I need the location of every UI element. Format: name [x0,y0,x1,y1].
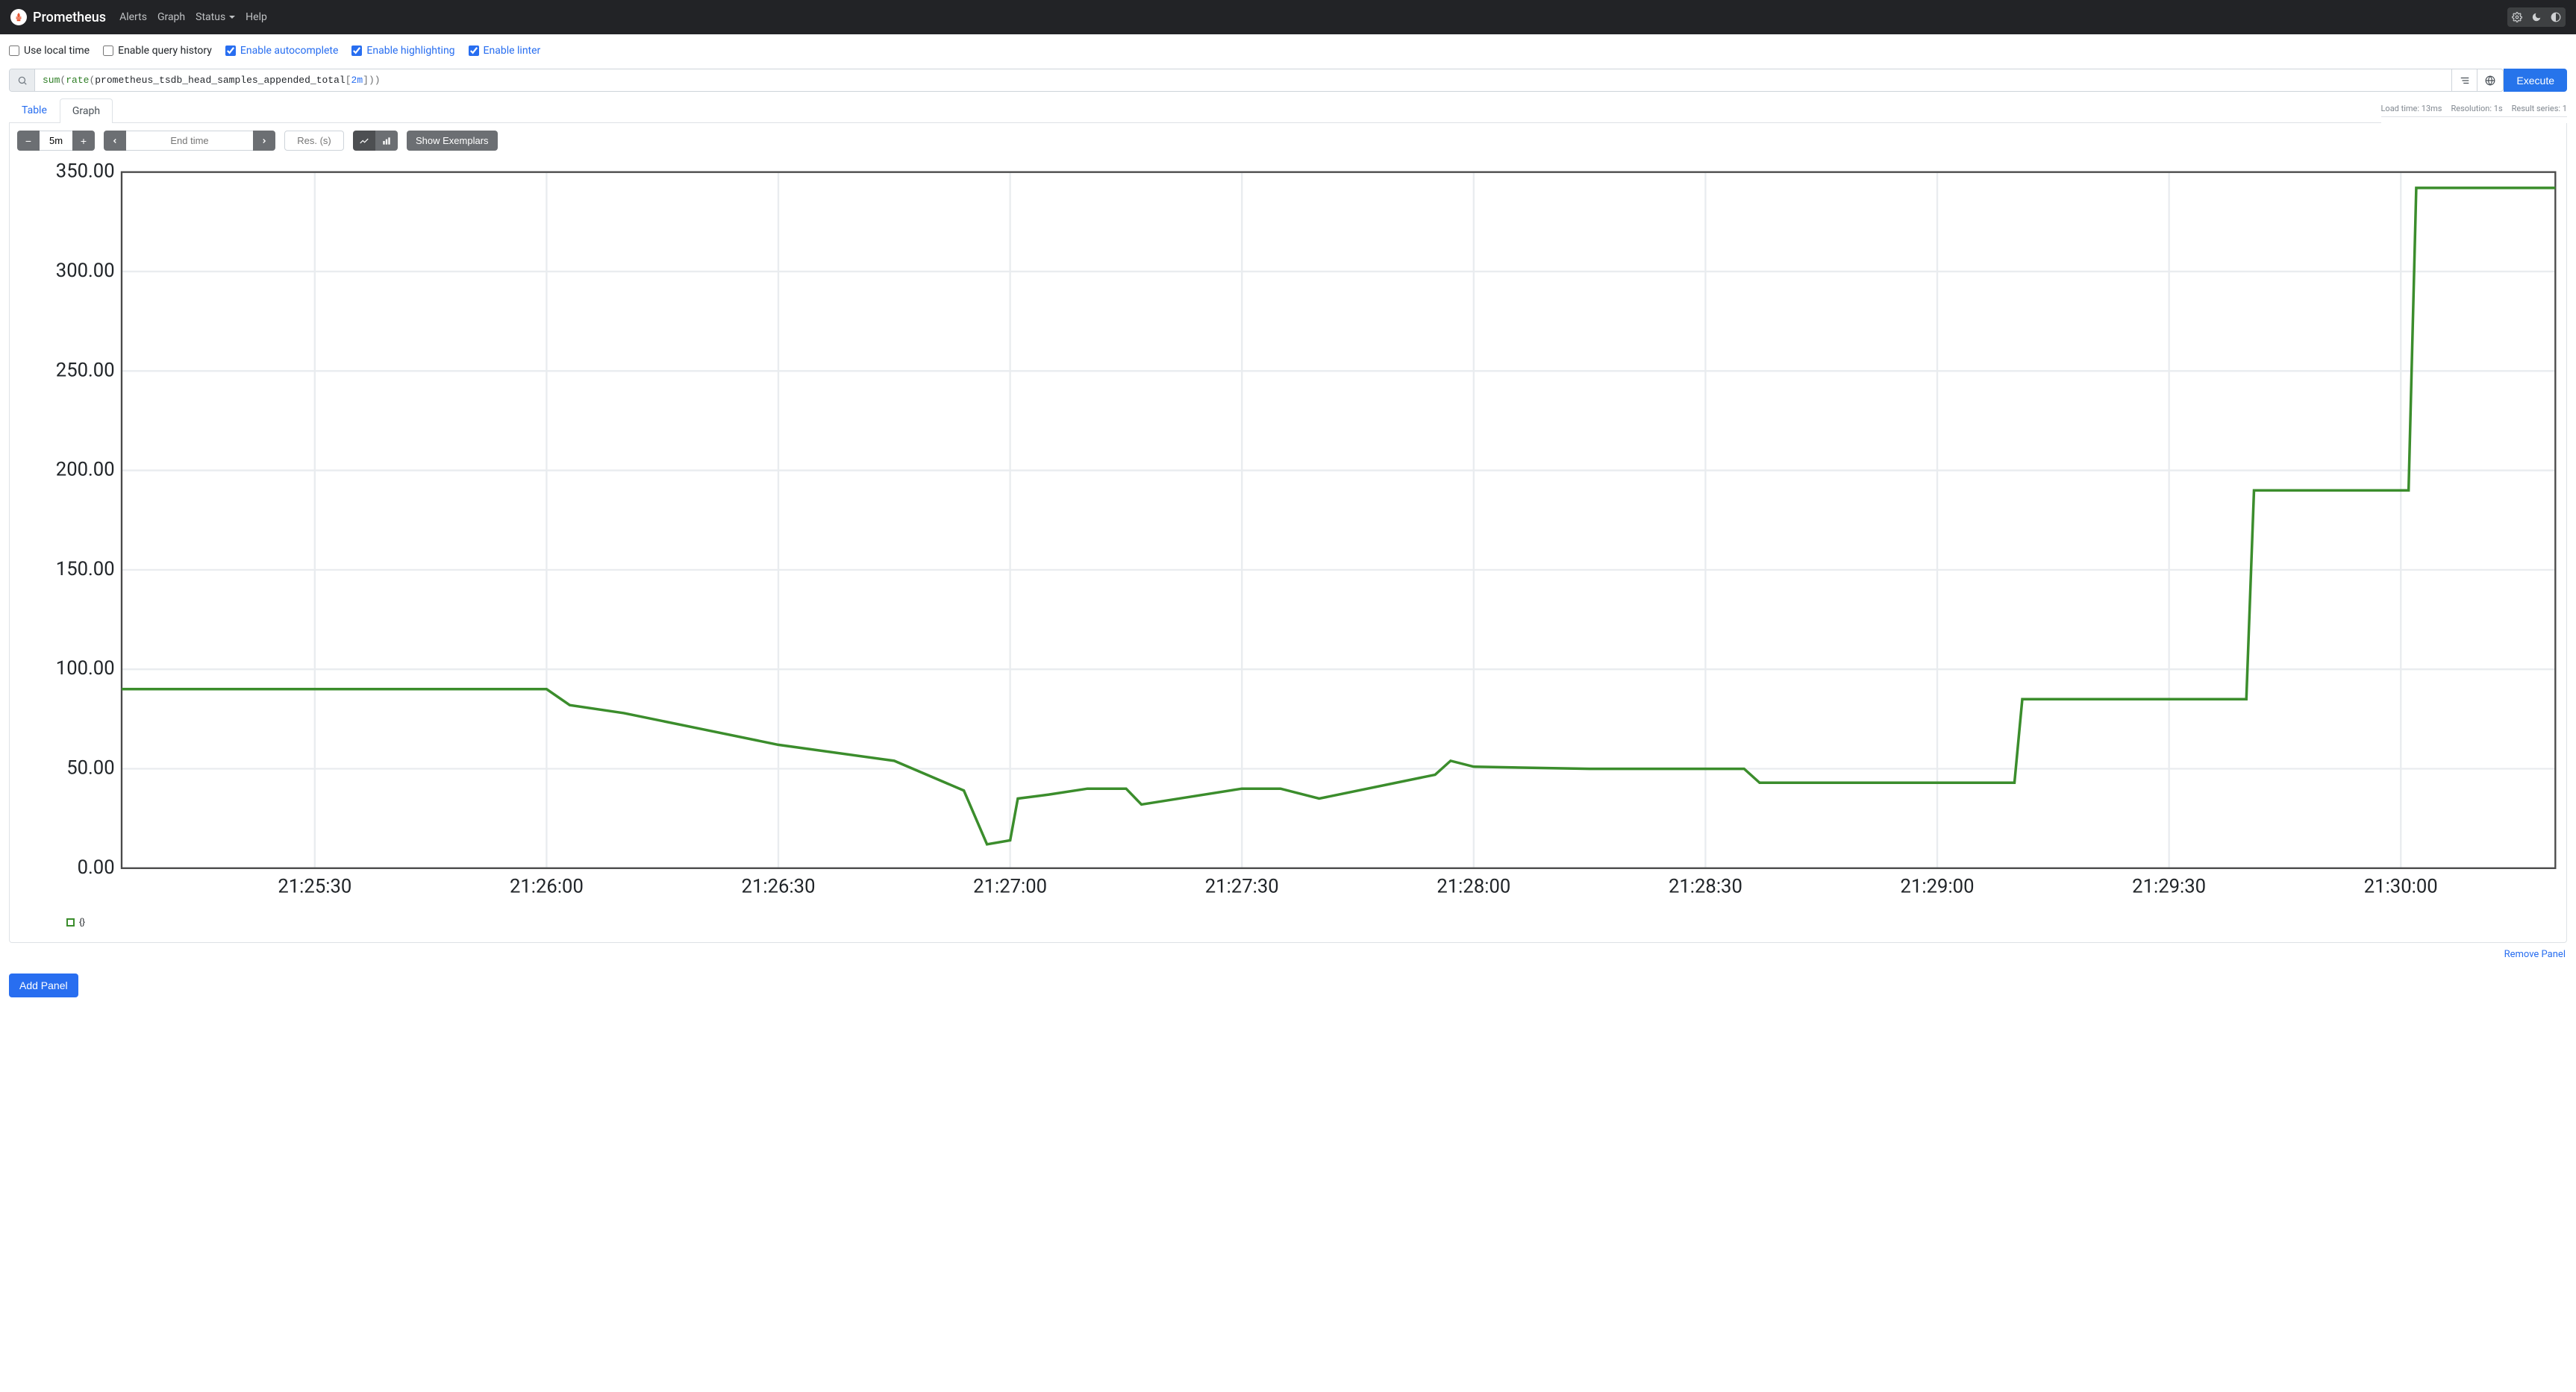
range-input[interactable] [40,131,72,151]
format-query-icon[interactable] [2452,69,2477,91]
nav-status-label: Status [196,11,225,23]
svg-text:50.00: 50.00 [66,756,114,779]
query-options: Use local time Enable query history Enab… [0,34,2576,69]
range-group: − + [17,131,95,151]
svg-text:21:29:00: 21:29:00 [1901,875,1975,897]
svg-text:21:28:30: 21:28:30 [1669,875,1742,897]
query-actions [2451,69,2503,91]
moon-theme-icon[interactable] [2527,7,2546,27]
svg-text:0.00: 0.00 [78,856,115,879]
brand[interactable]: Prometheus [10,9,106,25]
tab-graph[interactable]: Graph [60,98,113,123]
end-time-group [104,131,275,151]
range-increase-button[interactable]: + [72,131,95,151]
opt-highlighting[interactable]: Enable highlighting [351,45,454,57]
contrast-theme-icon[interactable] [2546,7,2566,27]
checkbox-highlighting[interactable] [351,46,362,56]
graph-toolbar: − + Show Exemplars [17,131,2559,151]
svg-text:21:27:30: 21:27:30 [1205,875,1279,897]
chart: 0.00 50.00 100.00 150.00 200.00 250.00 300.00 3… [17,158,2559,906]
opt-query-history[interactable]: Enable query history [103,45,212,57]
svg-text:250.00: 250.00 [56,359,115,381]
svg-text:300.00: 300.00 [56,260,115,282]
svg-text:21:26:00: 21:26:00 [510,875,584,897]
chevron-down-icon [229,16,235,19]
chart-svg: 0.00 50.00 100.00 150.00 200.00 250.00 300.00 3… [17,158,2559,906]
add-panel-button[interactable]: Add Panel [9,974,78,997]
show-exemplars-button[interactable]: Show Exemplars [407,131,498,151]
nav-help[interactable]: Help [246,11,267,23]
tabs-row: Table Graph Load time: 13ms Resolution: … [0,98,2576,123]
brand-label: Prometheus [33,10,106,25]
stat-resolution: Resolution: 1s [2451,104,2502,113]
remove-panel-row: Remove Panel [0,943,2576,960]
search-icon [10,69,35,91]
nav-status[interactable]: Status [196,11,235,23]
stat-load-time: Load time: 13ms [2381,104,2442,113]
opt-linter[interactable]: Enable linter [469,45,541,57]
prometheus-logo-icon [10,9,27,25]
checkbox-history[interactable] [103,46,113,56]
stacked-chart-icon[interactable] [375,131,398,151]
svg-text:100.00: 100.00 [56,657,115,680]
tab-table[interactable]: Table [9,98,60,122]
end-time-input[interactable] [126,131,253,151]
execute-button[interactable]: Execute [2504,69,2567,92]
svg-text:21:27:00: 21:27:00 [973,875,1047,897]
opt-autocomplete[interactable]: Enable autocomplete [225,45,339,57]
opt-use-local-time[interactable]: Use local time [9,45,90,57]
svg-text:200.00: 200.00 [56,459,115,481]
graph-panel: − + Show Exemplars 0.00 50.00 100.00 150.00… [9,123,2567,943]
line-chart-icon[interactable] [353,131,375,151]
svg-text:150.00: 150.00 [56,558,115,580]
svg-text:21:26:30: 21:26:30 [742,875,816,897]
svg-text:21:30:00: 21:30:00 [2364,875,2438,897]
svg-text:21:25:30: 21:25:30 [278,875,351,897]
nav-alerts[interactable]: Alerts [119,11,147,23]
navbar: Prometheus Alerts Graph Status Help [0,0,2576,34]
expression-input[interactable]: sum(rate(prometheus_tsdb_head_samples_ap… [35,69,2451,91]
chart-type-group [353,131,398,151]
nav-graph[interactable]: Graph [157,11,185,23]
svg-text:350.00: 350.00 [56,160,115,183]
range-decrease-button[interactable]: − [17,131,40,151]
add-panel-row: Add Panel [0,960,2576,1011]
stat-series: Result series: 1 [2512,104,2567,113]
result-tabs: Table Graph [9,98,113,123]
svg-text:21:28:00: 21:28:00 [1437,875,1510,897]
legend[interactable]: {} [66,917,2559,927]
query-row: sum(rate(prometheus_tsdb_head_samples_ap… [0,69,2576,92]
theme-toggle-group [2507,7,2566,27]
time-forward-button[interactable] [253,131,275,151]
checkbox-linter[interactable] [469,46,479,56]
nav-links: Alerts Graph Status Help [119,11,267,23]
checkbox-local-time[interactable] [9,46,19,56]
resolution-input[interactable] [284,131,344,151]
query-stats: Load time: 13ms Resolution: 1s Result se… [2381,104,2568,117]
remove-panel-link[interactable]: Remove Panel [2504,949,2566,960]
checkbox-autocomplete[interactable] [225,46,236,56]
legend-swatch [66,918,75,927]
settings-theme-icon[interactable] [2507,7,2527,27]
metrics-explorer-icon[interactable] [2477,69,2503,91]
legend-label: {} [79,917,85,927]
query-box: sum(rate(prometheus_tsdb_head_samples_ap… [9,69,2504,92]
time-back-button[interactable] [104,131,126,151]
svg-text:21:29:30: 21:29:30 [2132,875,2206,897]
